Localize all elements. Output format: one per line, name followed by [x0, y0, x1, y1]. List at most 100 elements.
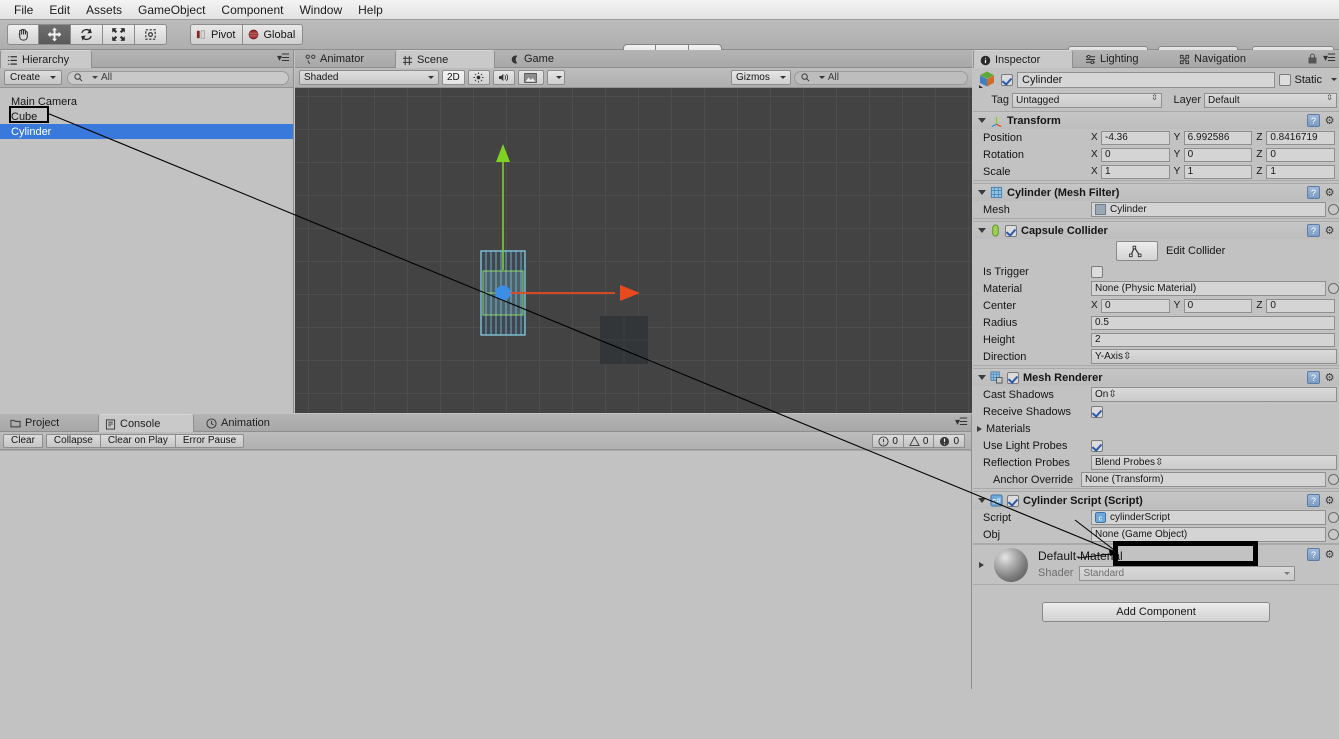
tab-hierarchy[interactable]: Hierarchy: [0, 50, 92, 69]
tab-console[interactable]: Console: [98, 414, 194, 433]
lighting-toggle-button[interactable]: [467, 70, 490, 85]
help-icon[interactable]: ?: [1307, 371, 1320, 384]
transform-header[interactable]: Transform ? ⚙: [973, 112, 1339, 129]
physic-material-field[interactable]: None (Physic Material): [1091, 281, 1326, 296]
position-y-input[interactable]: 6.992586: [1183, 130, 1253, 145]
position-x-input[interactable]: -4.36: [1101, 130, 1170, 145]
foldout-icon[interactable]: [977, 425, 982, 432]
foldout-icon[interactable]: [978, 118, 986, 123]
capsule-collider-enabled-checkbox[interactable]: [1005, 224, 1017, 237]
foldout-icon[interactable]: [978, 190, 986, 195]
mesh-renderer-enabled-checkbox[interactable]: [1007, 371, 1019, 384]
tab-inspector[interactable]: Inspector: [973, 50, 1073, 69]
gear-icon[interactable]: ⚙: [1323, 371, 1336, 384]
gear-icon[interactable]: ⚙: [1323, 224, 1336, 237]
edit-collider-button[interactable]: [1116, 241, 1158, 261]
rotation-z-input[interactable]: 0: [1266, 147, 1336, 162]
reflection-probes-dropdown[interactable]: Blend Probes ⇳: [1091, 455, 1337, 470]
help-icon[interactable]: ?: [1307, 186, 1320, 199]
scale-z-input[interactable]: 1: [1266, 164, 1336, 179]
scale-tool-button[interactable]: [103, 24, 135, 45]
menu-item-help[interactable]: Help: [350, 1, 391, 19]
object-picker-icon[interactable]: [1328, 204, 1339, 215]
is-trigger-checkbox[interactable]: [1091, 265, 1103, 278]
object-picker-icon[interactable]: [1328, 474, 1339, 485]
move-tool-button[interactable]: [39, 24, 71, 45]
object-picker-icon[interactable]: [1328, 512, 1339, 523]
help-icon[interactable]: ?: [1307, 548, 1320, 561]
object-picker-icon[interactable]: [1328, 283, 1339, 294]
mesh-object-field[interactable]: Cylinder: [1091, 202, 1326, 217]
menu-item-file[interactable]: File: [6, 1, 41, 19]
script-object-field[interactable]: c cylinderScript: [1091, 510, 1326, 525]
tab-game[interactable]: Game: [503, 50, 583, 68]
position-z-input[interactable]: 0.8416719: [1266, 130, 1336, 145]
add-component-button[interactable]: Add Component: [1042, 602, 1270, 622]
hierarchy-panel-menu[interactable]: ▾☰: [277, 53, 290, 64]
help-icon[interactable]: ?: [1307, 114, 1320, 127]
gameobject-name-input[interactable]: Cylinder: [1017, 71, 1276, 88]
effects-dropdown-button[interactable]: [546, 70, 565, 85]
center-x-input[interactable]: 0: [1101, 298, 1170, 313]
scale-x-input[interactable]: 1: [1101, 164, 1170, 179]
clear-on-play-button[interactable]: Clear on Play: [100, 433, 176, 448]
object-picker-icon[interactable]: [1328, 529, 1339, 540]
tab-scene[interactable]: Scene: [395, 50, 495, 69]
tag-dropdown[interactable]: Untagged ⇳: [1012, 92, 1162, 108]
gear-icon[interactable]: ⚙: [1323, 494, 1336, 507]
info-counter[interactable]: 0: [872, 434, 904, 448]
center-y-input[interactable]: 0: [1183, 298, 1253, 313]
tab-navigation[interactable]: Navigation: [1173, 50, 1277, 68]
menu-item-edit[interactable]: Edit: [41, 1, 78, 19]
menu-item-window[interactable]: Window: [291, 1, 350, 19]
gear-icon[interactable]: ⚙: [1323, 548, 1336, 561]
menu-item-assets[interactable]: Assets: [78, 1, 130, 19]
rotate-tool-button[interactable]: [71, 24, 103, 45]
foldout-icon[interactable]: [978, 375, 986, 380]
static-checkbox[interactable]: [1279, 73, 1292, 86]
direction-dropdown[interactable]: Y-Axis ⇳: [1091, 349, 1337, 364]
tab-project[interactable]: Project: [4, 414, 92, 432]
console-log-list[interactable]: [0, 450, 971, 689]
rotation-y-input[interactable]: 0: [1183, 147, 1253, 162]
clear-button[interactable]: Clear: [3, 433, 43, 448]
obj-object-field[interactable]: None (Game Object): [1091, 527, 1326, 542]
rotation-x-input[interactable]: 0: [1101, 147, 1170, 162]
use-light-probes-checkbox[interactable]: [1091, 439, 1103, 452]
shading-mode-dropdown[interactable]: Shaded: [299, 70, 439, 85]
audio-toggle-button[interactable]: [492, 70, 515, 85]
error-counter[interactable]: 0: [934, 434, 965, 448]
gizmos-dropdown[interactable]: Gizmos: [730, 70, 791, 85]
hand-tool-button[interactable]: [7, 24, 39, 45]
create-button[interactable]: Create: [4, 70, 63, 85]
help-icon[interactable]: ?: [1307, 224, 1320, 237]
scene-viewport[interactable]: [295, 88, 972, 413]
rect-tool-button[interactable]: [135, 24, 167, 45]
hierarchy-search-input[interactable]: All: [67, 70, 289, 85]
receive-shadows-checkbox[interactable]: [1091, 405, 1103, 418]
menu-item-gameobject[interactable]: GameObject: [130, 1, 213, 19]
gameobject-enabled-checkbox[interactable]: [1001, 73, 1013, 86]
mesh-renderer-header[interactable]: Mesh Renderer ? ⚙: [973, 369, 1339, 386]
cylinder-script-enabled-checkbox[interactable]: [1007, 494, 1019, 507]
help-icon[interactable]: ?: [1307, 494, 1320, 507]
foldout-icon[interactable]: [978, 228, 986, 233]
inspector-panel-menu[interactable]: ▾☰: [1323, 53, 1336, 64]
tab-animation[interactable]: Animation: [200, 414, 300, 432]
gear-icon[interactable]: ⚙: [1323, 114, 1336, 127]
radius-input[interactable]: 0.5: [1091, 315, 1335, 330]
scene-search-input[interactable]: All: [793, 70, 969, 85]
layer-dropdown[interactable]: Default ⇳: [1204, 92, 1337, 108]
hierarchy-item-cube[interactable]: Cube: [0, 109, 293, 124]
height-input[interactable]: 2: [1091, 332, 1335, 347]
materials-row[interactable]: Materials: [973, 420, 1339, 437]
hierarchy-item-main-camera[interactable]: Main Camera: [0, 94, 293, 109]
static-toggle[interactable]: Static: [1279, 73, 1337, 86]
tab-lighting[interactable]: Lighting: [1079, 50, 1165, 68]
warning-counter[interactable]: 0: [903, 434, 935, 448]
anchor-override-field[interactable]: None (Transform): [1081, 472, 1326, 487]
mesh-filter-header[interactable]: Cylinder (Mesh Filter) ? ⚙: [973, 184, 1339, 201]
effects-toggle-button[interactable]: [517, 70, 544, 85]
gear-icon[interactable]: ⚙: [1323, 186, 1336, 199]
scale-y-input[interactable]: 1: [1183, 164, 1253, 179]
